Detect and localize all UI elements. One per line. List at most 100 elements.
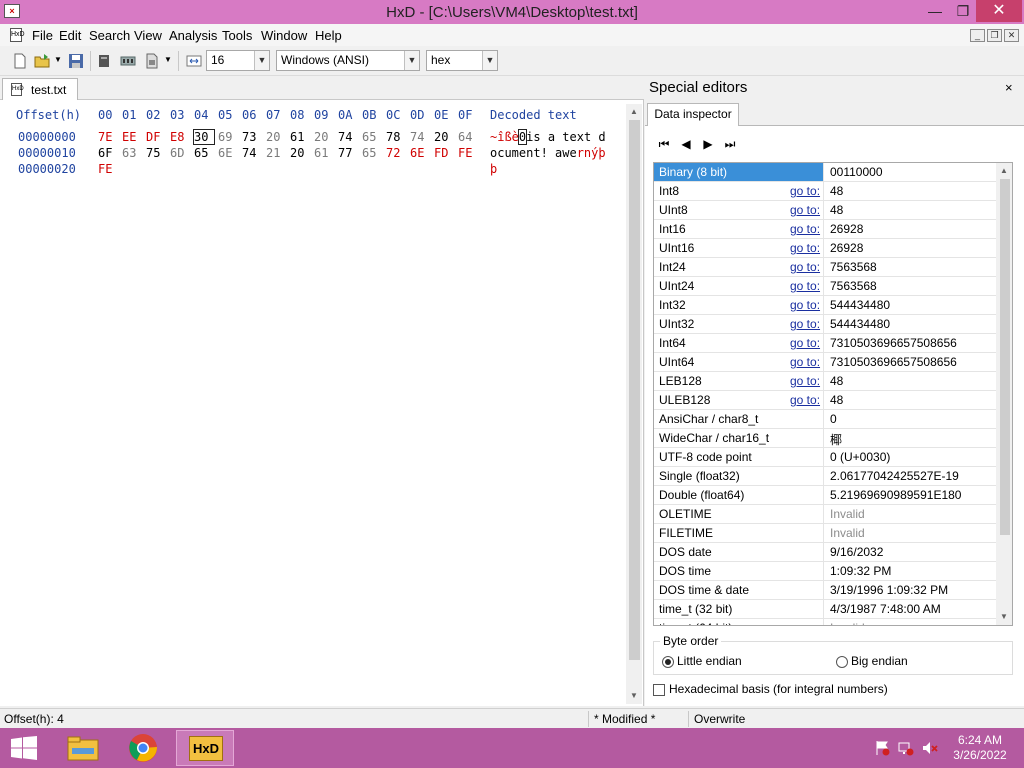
goto-link[interactable]: go to: <box>790 317 820 331</box>
inspector-value[interactable]: 48 <box>825 182 843 200</box>
hex-byte[interactable]: 69 <box>218 130 238 144</box>
inspector-value[interactable]: 7563568 <box>825 277 877 295</box>
menu-help[interactable]: Help <box>315 28 342 43</box>
hex-byte[interactable]: 21 <box>266 146 286 160</box>
inspector-value[interactable]: Invalid <box>825 524 865 542</box>
inspector-value[interactable]: 48 <box>825 391 843 409</box>
goto-link[interactable]: go to: <box>790 184 820 198</box>
decoded-text-row[interactable]: þ <box>490 162 497 176</box>
inspector-row[interactable]: UInt24 go to: 7563568 <box>654 277 996 296</box>
hexadecimal-basis-checkbox[interactable] <box>653 684 665 696</box>
inspector-row[interactable]: UTF-8 code point 0 (U+0030) <box>654 448 996 467</box>
inspector-value[interactable]: 3/19/1996 1:09:32 PM <box>825 581 948 599</box>
hex-byte[interactable]: 20 <box>290 146 310 160</box>
hex-byte[interactable]: 72 <box>386 146 406 160</box>
hex-byte[interactable]: 64 <box>458 130 478 144</box>
inspector-value[interactable]: 0 <box>825 410 837 428</box>
hex-vertical-scrollbar[interactable]: ▲ ▼ <box>626 104 642 704</box>
network-icon[interactable] <box>898 740 914 756</box>
hex-byte[interactable]: EE <box>122 130 142 144</box>
tab-data-inspector[interactable]: Data inspector <box>647 103 739 126</box>
taskbar-file-explorer[interactable] <box>54 730 112 766</box>
chevron-down-icon[interactable]: ▼ <box>404 51 419 70</box>
inspector-row[interactable]: WideChar / char16_t 椰 <box>654 429 996 448</box>
hex-byte[interactable]: 30 <box>193 129 215 145</box>
inspector-row[interactable]: Int32 go to: 544434480 <box>654 296 996 315</box>
scroll-up-icon[interactable]: ▲ <box>626 104 642 120</box>
inspector-row[interactable]: DOS date 9/16/2032 <box>654 543 996 562</box>
charset-select[interactable]: Windows (ANSI) ▼ <box>276 50 420 71</box>
flag-icon[interactable] <box>874 740 890 756</box>
hex-byte[interactable]: 20 <box>266 130 286 144</box>
hex-byte[interactable]: FE <box>458 146 478 160</box>
hex-byte[interactable]: E8 <box>170 130 190 144</box>
maximize-button[interactable]: ❐ <box>950 0 976 22</box>
mdi-close-button[interactable]: ✕ <box>1004 29 1019 42</box>
hex-byte[interactable]: 78 <box>386 130 406 144</box>
inspector-row[interactable]: Int16 go to: 26928 <box>654 220 996 239</box>
goto-link[interactable]: go to: <box>790 222 820 236</box>
open-dropdown-arrow-icon[interactable]: ▼ <box>54 55 62 64</box>
decoded-text-row[interactable]: ocument! awernýþ <box>490 146 606 160</box>
menu-analysis[interactable]: Analysis <box>169 28 217 43</box>
hex-byte[interactable]: 74 <box>242 146 262 160</box>
inspector-value[interactable]: 7310503696657508656 <box>825 334 957 352</box>
hex-byte[interactable]: 6D <box>170 146 190 160</box>
inspector-value[interactable]: 9/16/2032 <box>825 543 883 561</box>
hex-byte[interactable]: 75 <box>146 146 166 160</box>
taskbar-chrome[interactable] <box>114 730 172 766</box>
inspector-value[interactable]: 椰 <box>825 429 842 447</box>
open-folder-icon[interactable] <box>34 53 50 69</box>
inspector-row[interactable]: UInt8 go to: 48 <box>654 201 996 220</box>
inspector-value[interactable]: 544434480 <box>825 315 890 333</box>
inspector-row[interactable]: ULEB128 go to: 48 <box>654 391 996 410</box>
big-endian-label[interactable]: Big endian <box>851 654 908 668</box>
hex-byte[interactable]: 20 <box>314 130 334 144</box>
inspector-row[interactable]: Double (float64) 5.21969690989591E180 <box>654 486 996 505</box>
display-mode-select[interactable]: hex ▼ <box>426 50 498 71</box>
first-byte-icon[interactable]: ⏮ <box>655 136 673 152</box>
disk-editor-icon[interactable] <box>96 53 112 69</box>
scroll-up-icon[interactable]: ▲ <box>996 163 1012 179</box>
big-endian-radio[interactable] <box>836 656 848 668</box>
goto-link[interactable]: go to: <box>790 260 820 274</box>
scrollbar-thumb[interactable] <box>629 120 640 660</box>
goto-link[interactable]: go to: <box>790 279 820 293</box>
data-inspector-grid[interactable]: Binary (8 bit) 00110000 Int8 go to: 48 UInt8 g… <box>653 162 1013 626</box>
goto-link[interactable]: go to: <box>790 241 820 255</box>
taskbar-hxd[interactable]: HxD <box>176 730 234 766</box>
inspector-row[interactable]: Binary (8 bit) 00110000 <box>654 163 996 182</box>
inspector-value[interactable]: 00110000 <box>825 163 883 181</box>
inspector-value[interactable]: Invalid <box>825 619 865 625</box>
hex-byte[interactable]: FD <box>434 146 454 160</box>
inspector-value[interactable]: 26928 <box>825 239 863 257</box>
hex-byte[interactable]: 77 <box>338 146 358 160</box>
mdi-minimize-button[interactable]: _ <box>970 29 985 42</box>
scrollbar-thumb[interactable] <box>1000 179 1010 535</box>
file-tools-icon[interactable] <box>144 53 160 69</box>
inspector-row[interactable]: OLETIME Invalid <box>654 505 996 524</box>
decoded-text-row[interactable]: ~îßè0is a text d <box>490 129 606 145</box>
hex-byte[interactable]: 6E <box>218 146 238 160</box>
taskbar-clock[interactable]: 6:24 AM 3/26/2022 <box>940 733 1020 763</box>
close-button[interactable]: ✕ <box>976 0 1022 22</box>
last-byte-icon[interactable]: ⏭ <box>721 136 739 152</box>
inspector-value[interactable]: 48 <box>825 201 843 219</box>
menu-tools[interactable]: Tools <box>222 28 252 43</box>
hex-byte[interactable]: 6E <box>410 146 430 160</box>
windows-start-icon[interactable] <box>10 736 38 760</box>
new-file-icon[interactable] <box>12 53 28 69</box>
chevron-down-icon[interactable]: ▼ <box>482 51 497 70</box>
hex-byte[interactable]: DF <box>146 130 166 144</box>
hex-byte[interactable]: 74 <box>338 130 358 144</box>
inspector-value[interactable]: 4/3/1987 7:48:00 AM <box>825 600 941 618</box>
menu-file[interactable]: File <box>32 28 53 43</box>
scroll-down-icon[interactable]: ▼ <box>626 688 642 704</box>
hex-byte[interactable]: 63 <box>122 146 142 160</box>
file-tools-dropdown-arrow-icon[interactable]: ▼ <box>164 55 172 64</box>
save-icon[interactable] <box>68 53 84 69</box>
minimize-button[interactable]: — <box>922 0 948 22</box>
goto-link[interactable]: go to: <box>790 336 820 350</box>
inspector-value[interactable]: 0 (U+0030) <box>825 448 890 466</box>
inspector-value[interactable]: Invalid <box>825 505 865 523</box>
